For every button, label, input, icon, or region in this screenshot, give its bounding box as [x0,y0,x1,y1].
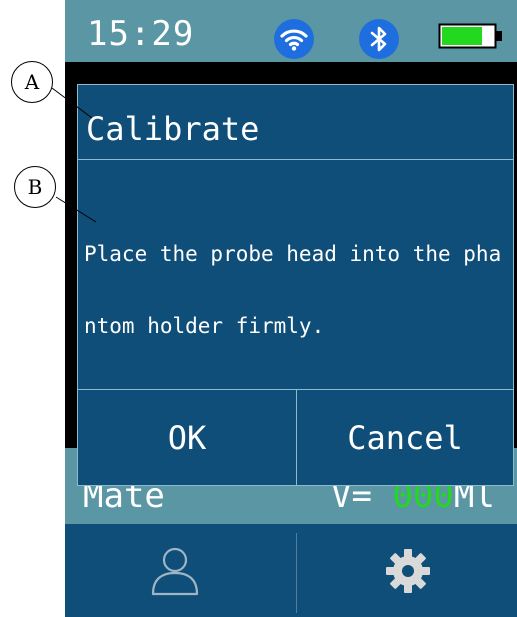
annotation-a: A [11,61,53,103]
annotation-b: B [14,166,56,208]
annotation-leaders [51,87,97,223]
